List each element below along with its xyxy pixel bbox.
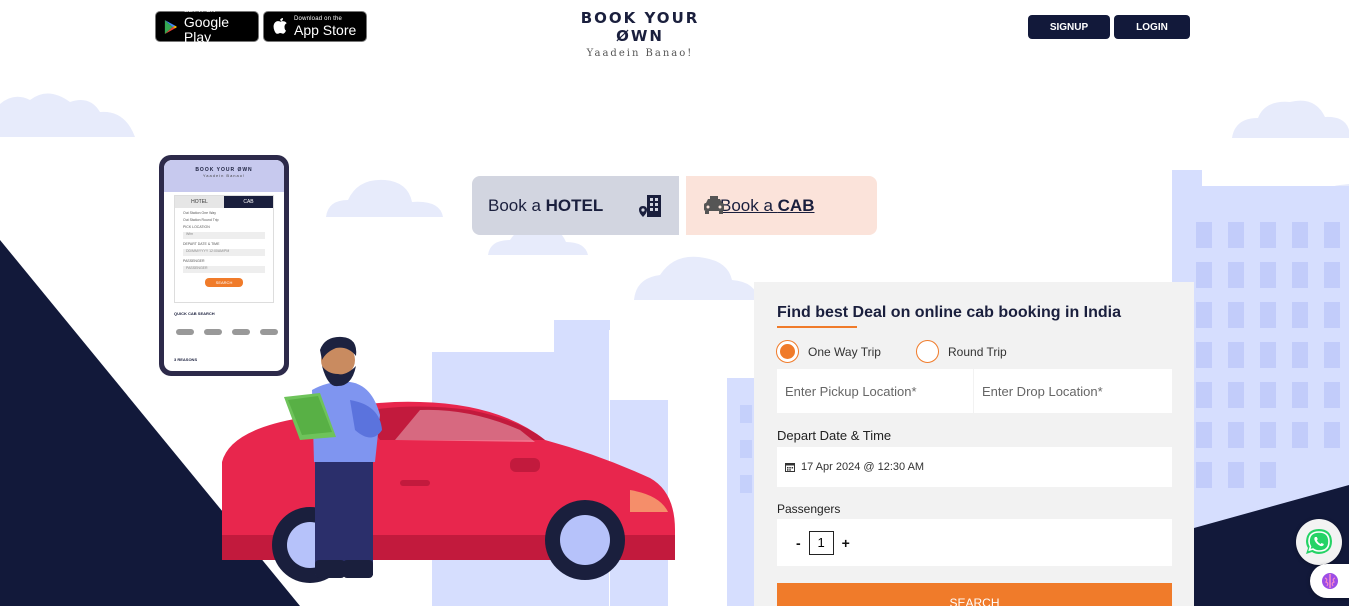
radio-selected-dot: [780, 344, 795, 359]
drop-location-input[interactable]: [974, 369, 1172, 413]
cab-booking-form: Find best Deal on online cab booking in …: [754, 282, 1194, 606]
phone-field-3: PASSENGER: [183, 266, 265, 273]
phone-cars-row: [176, 329, 278, 335]
search-button[interactable]: SEARCH: [777, 583, 1172, 606]
phone-tab-hotel: HOTEL: [175, 196, 224, 208]
depart-datetime-value: 17 Apr 2024 @ 12:30 AM: [801, 461, 925, 473]
calendar-icon: [785, 463, 795, 472]
phone-pickup-label: PICK LOCATION: [183, 225, 210, 229]
form-title-underline: [777, 326, 857, 328]
phone-date-label: DEPART DATE & TIME: [183, 242, 220, 246]
app-store-big: App Store: [294, 21, 357, 38]
phone-option-1: Out Station One Way: [183, 211, 216, 215]
pickup-location-input[interactable]: [777, 369, 973, 413]
google-play-badge[interactable]: GET IT ON Google Play: [155, 8, 259, 45]
radio-round-trip[interactable]: Round Trip: [916, 340, 1007, 363]
hotel-building-icon: [639, 195, 661, 217]
phone-field-2: DD/MM/YYYY 12:00AM/PM: [183, 249, 265, 256]
chatbot-button[interactable]: [1310, 564, 1349, 598]
apple-icon: [273, 18, 287, 34]
passengers-decrement-button[interactable]: -: [796, 535, 801, 551]
passengers-increment-button[interactable]: +: [842, 535, 850, 551]
radio-one-way-circle[interactable]: [776, 340, 799, 363]
tab-hotel-bold: HOTEL: [545, 195, 604, 215]
radio-round-trip-circle[interactable]: [916, 340, 939, 363]
radio-one-way-label: One Way Trip: [808, 344, 881, 359]
radio-one-way-trip[interactable]: One Way Trip: [776, 340, 881, 363]
tab-cab-label: Book a CAB: [720, 196, 815, 216]
brain-icon: [1322, 573, 1338, 589]
phone-option-2: Out Station Round Trip: [183, 218, 219, 222]
login-button[interactable]: LOGIN: [1114, 15, 1190, 39]
signup-button[interactable]: SIGNUP: [1028, 15, 1110, 39]
phone-field-1: Wfm: [183, 232, 265, 239]
phone-booking-card: HOTEL CAB Out Station One Way Out Statio…: [174, 195, 274, 303]
phone-header: BOOK YOUR ØWN Yaadein Banao!: [164, 160, 284, 192]
tab-hotel-label: Book a HOTEL: [488, 196, 603, 216]
taxi-icon: [704, 196, 724, 214]
app-store-badge[interactable]: Download on the App Store: [263, 11, 367, 42]
phone-mockup: BOOK YOUR ØWN Yaadein Banao! HOTEL CAB O…: [159, 155, 289, 376]
passengers-stepper: - +: [777, 519, 1172, 566]
site-logo[interactable]: BOOK YOUR ØWN Yaadein Banao!: [560, 9, 720, 59]
tab-cab-prefix: Book a: [720, 195, 778, 215]
logo-tagline: Yaadein Banao!: [586, 48, 694, 59]
phone-search-button: SEARCH: [205, 278, 243, 287]
tab-cab-bold: CAB: [777, 195, 815, 215]
phone-quick-search: QUICK CAB SEARCH: [174, 311, 215, 316]
phone-reasons: 3 REASONS: [174, 357, 198, 362]
logo-title: BOOK YOUR ØWN: [580, 9, 700, 45]
page: GET IT ON Google Play Download on the Ap…: [0, 0, 1349, 606]
depart-datetime-field[interactable]: 17 Apr 2024 @ 12:30 AM: [777, 447, 1172, 487]
google-play-big: Google Play: [183, 14, 230, 45]
phone-tab-cab: CAB: [224, 196, 273, 208]
tab-hotel-prefix: Book a: [488, 195, 546, 215]
tab-book-cab[interactable]: Book a CAB: [686, 176, 877, 235]
phone-screen: BOOK YOUR ØWN Yaadein Banao! HOTEL CAB O…: [164, 160, 284, 371]
tab-book-hotel[interactable]: Book a HOTEL: [472, 176, 679, 235]
google-play-icon: [164, 19, 178, 34]
whatsapp-icon: [1306, 529, 1332, 554]
depart-label: Depart Date & Time: [777, 428, 892, 443]
radio-round-trip-label: Round Trip: [948, 344, 1007, 359]
passengers-count-input[interactable]: [808, 530, 834, 555]
whatsapp-button[interactable]: [1296, 519, 1342, 565]
phone-tagline: Yaadein Banao!: [202, 173, 246, 178]
phone-passenger-label: PASSENGER: [183, 259, 205, 263]
form-title: Find best Deal on online cab booking in …: [777, 304, 1122, 321]
passengers-label: Passengers: [777, 502, 841, 516]
